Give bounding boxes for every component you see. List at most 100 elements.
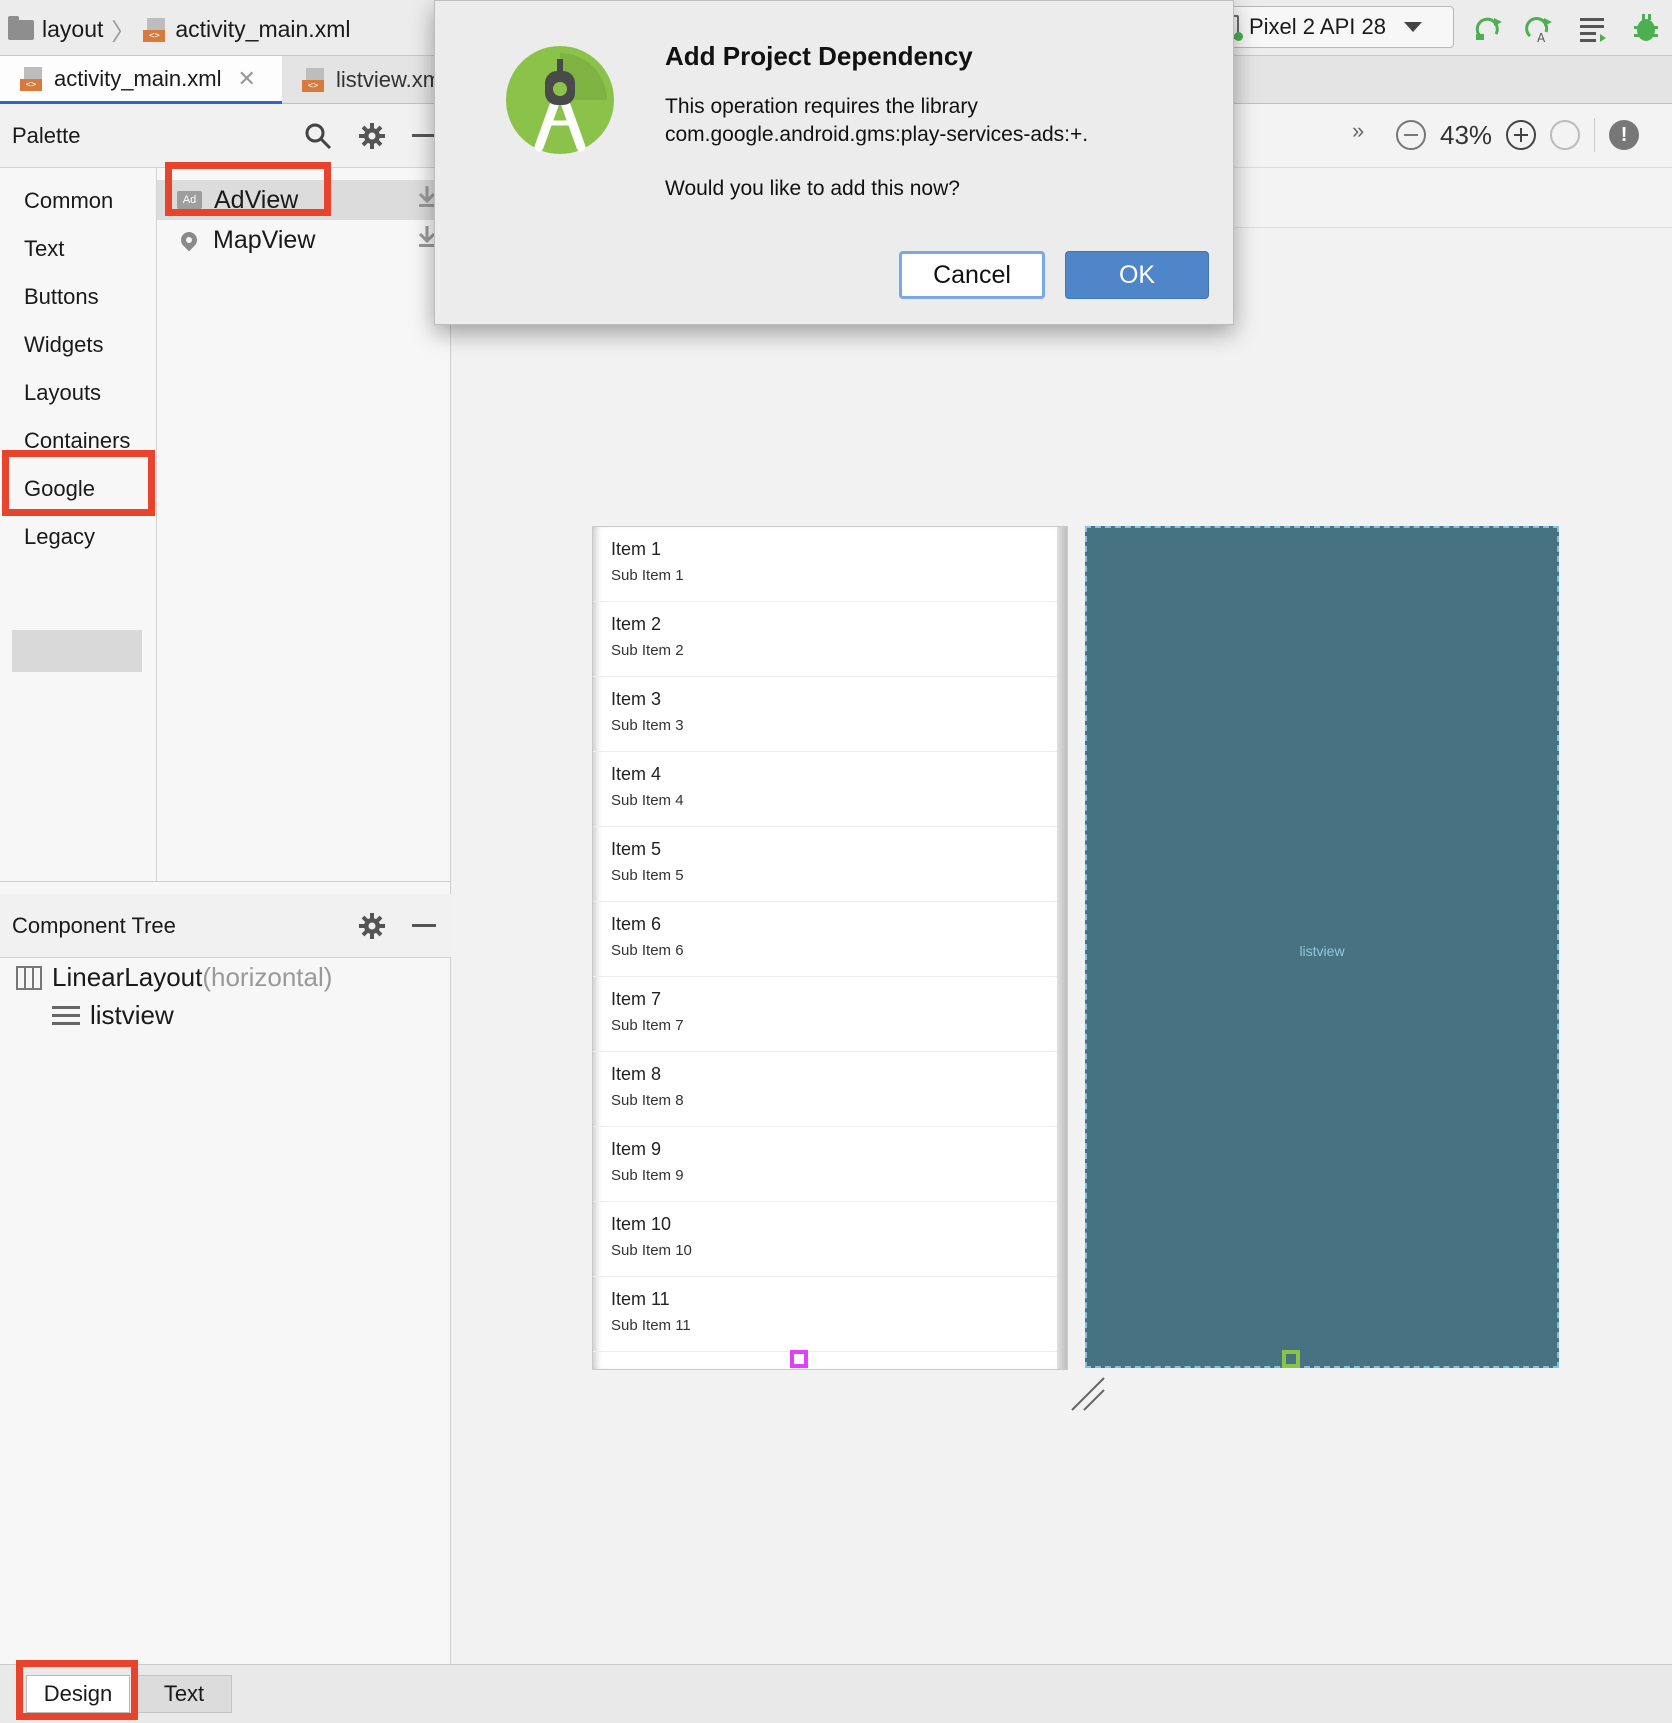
overflow-chevron-icon[interactable]: » [1352,118,1364,144]
tab-label: activity_main.xml [54,65,222,91]
close-icon[interactable]: ✕ [237,66,255,92]
device-resize-icon[interactable] [1070,1376,1106,1412]
minimize-icon[interactable] [412,924,436,927]
dialog-message: This operation requires the library com.… [665,93,1088,149]
tree-node-listview[interactable]: listview [52,1000,174,1031]
category-legacy[interactable]: Legacy [24,524,95,550]
list-item-subtitle: Sub Item 1 [611,567,684,584]
category-widgets[interactable]: Widgets [24,332,103,358]
apply-code-changes-icon[interactable]: A [1522,12,1554,44]
list-item-subtitle: Sub Item 7 [611,1017,684,1034]
dialog-message-line: com.google.android.gms:play-services-ads… [665,123,1089,146]
gear-icon[interactable] [358,122,386,150]
list-item-title: Item 1 [611,539,662,559]
list-item: Item 6 Sub Item 6 [593,902,1067,977]
category-common[interactable]: Common [24,188,113,214]
list-item-subtitle: Sub Item 4 [611,792,684,809]
component-tree-title: Component Tree [12,912,176,938]
selected-category-highlight [12,630,142,672]
list-item: Item 8 Sub Item 8 [593,1052,1067,1127]
zoom-in-icon[interactable] [1506,120,1537,150]
android-studio-logo-icon [506,46,614,154]
palette-item-label: AdView [214,185,299,214]
apply-changes-icon[interactable] [1472,12,1504,44]
tab-text[interactable]: Text [136,1675,232,1713]
ok-button[interactable]: OK [1065,251,1209,299]
list-item-title: Item 3 [611,689,662,709]
gear-icon[interactable] [358,912,386,940]
list-item: Item 10 Sub Item 10 [593,1202,1067,1277]
dialog-message-line: This operation requires the library [665,95,978,118]
scrollbar [1057,527,1067,1369]
palette-item-mapview[interactable]: MapView [177,220,315,260]
breadcrumb-file[interactable]: activity_main.xml [175,16,350,43]
category-buttons[interactable]: Buttons [24,284,99,310]
list-item-subtitle: Sub Item 10 [611,1242,692,1259]
xml-file-icon: <> [20,66,44,91]
divider [0,881,451,882]
editor-mode-tabs: Design Text [0,1664,1672,1723]
tab-more[interactable] [1234,56,1268,104]
xml-file-icon: <> [302,68,326,92]
resize-handle[interactable] [790,1350,808,1368]
divider [1594,118,1596,152]
design-preview[interactable]: Item 1 Sub Item 1 Item 2 Sub Item 2 Item 3 Su… [592,526,1068,1370]
ad-badge-icon: Ad [177,191,202,209]
list-item-subtitle: Sub Item 3 [611,717,684,734]
list-item-title: Item 11 [611,1289,670,1309]
search-icon[interactable] [304,122,332,150]
zoom-controls: 43% ! [1396,118,1640,152]
tab-activity-main[interactable]: <> activity_main.xml ✕ [0,56,282,104]
dialog-title: Add Project Dependency [665,41,973,71]
warning-icon[interactable]: ! [1609,120,1640,150]
palette-item-label: MapView [213,225,316,254]
category-layouts[interactable]: Layouts [24,380,101,406]
blueprint-preview[interactable]: listview [1085,526,1559,1368]
svg-text:A: A [1537,31,1546,44]
list-item: Item 2 Sub Item 2 [593,602,1067,677]
list-item-subtitle: Sub Item 11 [611,1317,691,1334]
debug-bug-icon[interactable] [1630,12,1662,44]
tab-label: listview.xml [336,67,447,92]
category-google[interactable]: Google [24,476,95,502]
cancel-button[interactable]: Cancel [899,251,1045,299]
tab-design[interactable]: Design [26,1675,130,1713]
list-item: Item 7 Sub Item 7 [593,977,1067,1052]
list-item-title: Item 8 [611,1064,662,1084]
tree-node-label: LinearLayout(horizontal) [52,962,333,992]
linear-layout-icon [16,965,42,990]
list-item-title: Item 5 [611,839,662,859]
device-select[interactable]: Pixel 2 API 28 [1210,6,1454,48]
list-item-title: Item 4 [611,764,662,784]
chevron-down-icon [1403,22,1422,32]
resize-handle[interactable] [1282,1350,1300,1368]
blueprint-label: listview [1299,943,1345,959]
breadcrumb-folder[interactable]: layout [42,16,103,43]
palette-item-adview[interactable]: Ad AdView [177,180,298,220]
list-item-title: Item 9 [611,1139,662,1159]
list-item-title: Item 2 [611,614,662,634]
list-item-title: Item 6 [611,914,662,934]
list-item-title: Item 7 [611,989,662,1009]
palette-items: Ad AdView MapView [157,168,451,881]
minimize-icon[interactable] [412,134,436,137]
tree-node-label: listview [90,1000,174,1030]
list-item: Item 5 Sub Item 5 [593,827,1067,902]
xml-file-icon: <> [143,17,167,42]
list-item: Item 4 Sub Item 4 [593,752,1067,827]
list-item-subtitle: Sub Item 8 [611,1092,684,1109]
device-label: Pixel 2 API 28 [1249,14,1386,39]
zoom-out-icon[interactable] [1396,120,1426,150]
category-text[interactable]: Text [24,236,64,262]
breadcrumb-separator-icon: 〉 [111,19,136,46]
add-dependency-dialog: Add Project Dependency This operation re… [434,0,1234,325]
component-tree-header: Component Tree [0,894,451,958]
category-containers[interactable]: Containers [24,428,130,454]
list-item: Item 3 Sub Item 3 [593,677,1067,752]
list-view-icon [52,1005,80,1027]
zoom-fit-icon[interactable] [1550,120,1581,150]
tree-node-linearlayout[interactable]: LinearLayout(horizontal) [16,962,332,993]
sync-project-icon[interactable] [1578,12,1610,44]
list-item-title: Item 10 [611,1214,672,1234]
folder-icon [8,15,34,40]
